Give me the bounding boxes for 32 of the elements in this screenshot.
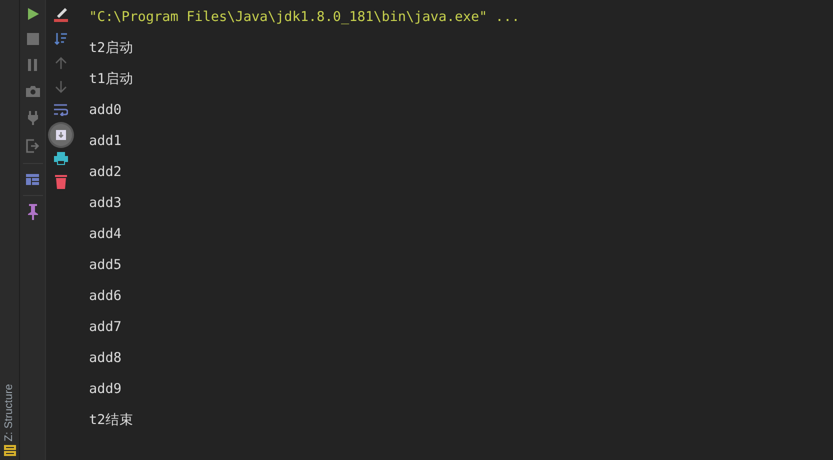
output-line: add6 bbox=[89, 288, 122, 304]
soft-wrap-icon[interactable] bbox=[54, 104, 68, 116]
output-line: add9 bbox=[89, 381, 122, 397]
output-line: t2结束 bbox=[89, 412, 134, 428]
exit-icon[interactable] bbox=[26, 139, 40, 153]
run-icon[interactable] bbox=[26, 7, 40, 21]
scroll-to-end-icon[interactable] bbox=[50, 124, 72, 146]
output-line: add4 bbox=[89, 226, 122, 242]
arrow-down-icon[interactable] bbox=[55, 80, 67, 94]
output-line: add1 bbox=[89, 133, 122, 149]
output-line: add3 bbox=[89, 195, 122, 211]
output-line: add7 bbox=[89, 319, 122, 335]
clear-icon[interactable] bbox=[53, 6, 69, 22]
plug-icon[interactable] bbox=[28, 111, 38, 125]
output-line: t1启动 bbox=[89, 71, 134, 87]
printer-icon[interactable] bbox=[54, 152, 68, 165]
pause-icon[interactable] bbox=[28, 59, 38, 71]
output-line: add2 bbox=[89, 164, 122, 180]
output-line: add0 bbox=[89, 102, 122, 118]
output-line: t2启动 bbox=[89, 40, 134, 56]
command-line: "C:\Program Files\Java\jdk1.8.0_181\bin\java.exe" ... bbox=[89, 9, 520, 25]
stop-icon[interactable] bbox=[26, 33, 38, 45]
layout-icon[interactable] bbox=[26, 174, 39, 185]
trash-icon[interactable] bbox=[55, 175, 67, 189]
structure-icon bbox=[4, 445, 16, 456]
arrow-up-icon[interactable] bbox=[55, 56, 67, 70]
sort-icon[interactable] bbox=[54, 32, 68, 46]
pin-icon[interactable] bbox=[28, 204, 38, 220]
output-line: add8 bbox=[89, 350, 122, 366]
structure-tab[interactable]: Z: Structure bbox=[1, 384, 18, 441]
camera-icon[interactable] bbox=[26, 85, 40, 97]
output-line: add5 bbox=[89, 257, 122, 273]
